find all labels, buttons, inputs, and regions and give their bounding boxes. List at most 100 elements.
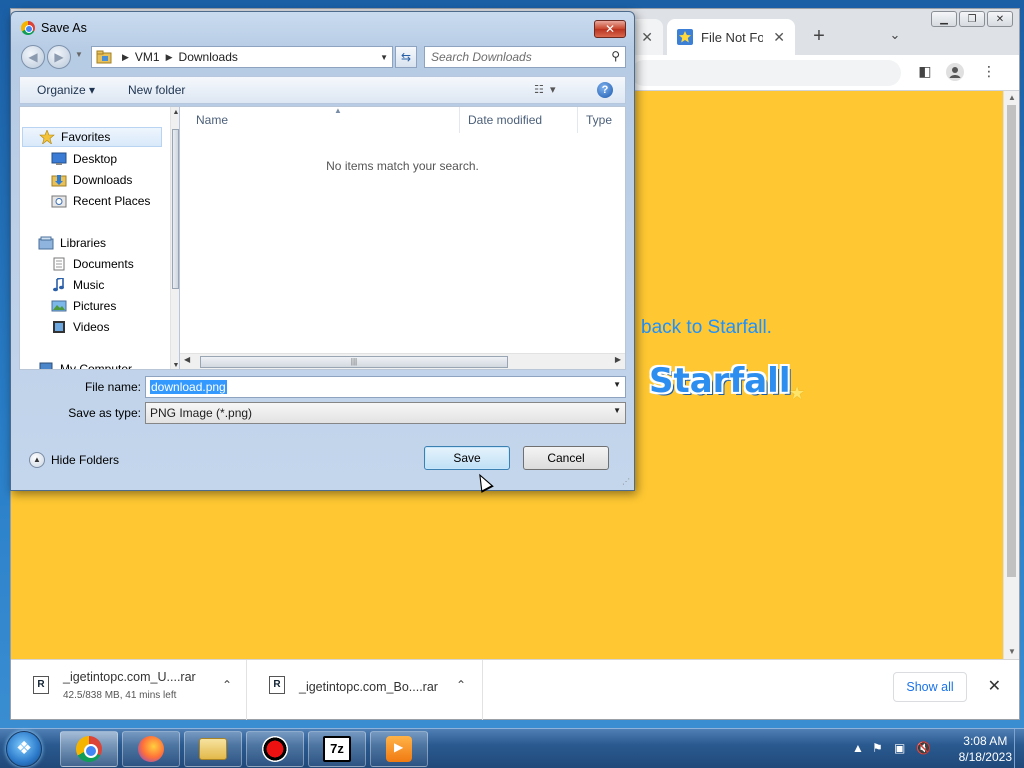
taskbar: 7z ▲ ⚑ ▣ 🔇 3:08 AM 8/18/2023: [0, 728, 1024, 768]
chrome-icon: [21, 21, 35, 35]
column-header-type[interactable]: Type: [578, 107, 628, 133]
taskbar-chrome[interactable]: [60, 731, 118, 767]
show-hidden-icons-icon[interactable]: ▲: [852, 741, 864, 755]
nav-my-computer[interactable]: My Computer: [20, 359, 132, 369]
taskbar-media-player[interactable]: [370, 731, 428, 767]
menu-dots-icon[interactable]: ⋮: [979, 63, 999, 83]
taskbar-firefox[interactable]: [122, 731, 180, 767]
show-desktop-button[interactable]: [1014, 729, 1024, 768]
videos-icon: [51, 320, 67, 334]
help-icon[interactable]: ?: [597, 82, 613, 98]
back-arrow-icon[interactable]: ◀: [21, 45, 45, 69]
explorer-icon: [199, 738, 227, 760]
navigation-bar: ◀ ▶ ▼ ▶ VM1 ▶ Downloads ▼ ⇆ Search Downl…: [19, 44, 626, 70]
chrome-icon: [76, 736, 102, 762]
scroll-down-arrow[interactable]: ▼: [1004, 645, 1019, 659]
nav-scrollbar[interactable]: ▲ ▼: [170, 107, 179, 369]
start-button[interactable]: [6, 731, 42, 767]
file-list: ▲ Name Date modified Type No items match…: [179, 106, 626, 370]
page-scrollbar[interactable]: ▲ ▼: [1003, 91, 1019, 659]
chevron-down-icon[interactable]: ▼: [380, 53, 388, 62]
forward-arrow-icon[interactable]: ▶: [47, 45, 71, 69]
resize-grip-icon[interactable]: ⋰: [622, 477, 630, 486]
tab-active[interactable]: File Not Fou ✕: [667, 19, 795, 55]
scroll-up-arrow[interactable]: ▲: [1004, 91, 1019, 105]
nav-item-music[interactable]: Music: [20, 275, 104, 295]
scroll-right-arrow[interactable]: ▶: [615, 355, 621, 364]
network-icon[interactable]: ▣: [894, 741, 905, 755]
breadcrumb-item-downloads[interactable]: Downloads: [179, 50, 238, 64]
music-icon: [51, 277, 67, 292]
scroll-thumb[interactable]: [1007, 105, 1016, 577]
scroll-thumb[interactable]: |||: [200, 356, 508, 368]
nav-item-pictures[interactable]: Pictures: [20, 296, 116, 316]
chevron-up-icon: ▲: [29, 452, 45, 468]
chevron-down-icon[interactable]: ⌄: [885, 27, 905, 47]
show-all-button[interactable]: Show all: [893, 672, 967, 702]
chevron-right-icon[interactable]: ▶: [122, 52, 129, 63]
download-status: 42.5/838 MB, 41 mins left: [63, 690, 177, 701]
maximize-button[interactable]: ❐: [959, 11, 985, 27]
organize-menu[interactable]: Organize ▾: [37, 83, 95, 97]
download-item[interactable]: R _igetintopc.com_U....rar 42.5/838 MB, …: [11, 660, 247, 720]
address-bar[interactable]: [631, 60, 901, 86]
horizontal-scrollbar[interactable]: ◀ ||| ▶: [180, 353, 625, 369]
nav-item-downloads[interactable]: Downloads: [20, 170, 132, 190]
download-item[interactable]: R _igetintopc.com_Bo....rar ⌃: [247, 660, 483, 720]
starfall-logo[interactable]: Starfall: [649, 361, 791, 401]
scroll-thumb[interactable]: [172, 129, 179, 289]
nav-item-recent-places[interactable]: Recent Places: [20, 191, 150, 211]
recent-locations-dropdown[interactable]: ▼: [75, 50, 83, 59]
nav-libraries[interactable]: Libraries: [20, 233, 106, 253]
minimize-button[interactable]: ▁: [931, 11, 957, 27]
chevron-up-icon[interactable]: ⌃: [453, 678, 469, 694]
side-panel-icon[interactable]: ◧: [915, 63, 935, 83]
firefox-icon: [138, 736, 164, 762]
close-icon[interactable]: ✕: [641, 29, 653, 46]
search-input[interactable]: Search Downloads ⚲: [424, 46, 626, 68]
star-icon: [39, 129, 55, 145]
search-icon[interactable]: ⚲: [611, 49, 620, 63]
breadcrumb-item-vm1[interactable]: VM1: [135, 50, 160, 64]
cancel-button[interactable]: Cancel: [523, 446, 609, 470]
dialog-close-button[interactable]: ✕: [594, 20, 626, 38]
close-window-button[interactable]: ✕: [987, 11, 1013, 27]
action-center-icon[interactable]: ⚑: [872, 741, 883, 755]
dialog-title-bar: Save As: [21, 21, 87, 35]
chevron-up-icon[interactable]: ⌃: [219, 678, 235, 694]
scroll-down-arrow[interactable]: ▼: [171, 362, 179, 369]
chevron-right-icon[interactable]: ▶: [166, 52, 173, 63]
folder-icon: [96, 50, 112, 64]
column-header-name[interactable]: ▲ Name: [188, 106, 460, 133]
column-header-date-modified[interactable]: Date modified: [460, 107, 578, 133]
volume-muted-icon[interactable]: 🔇: [916, 741, 931, 755]
nav-item-desktop[interactable]: Desktop: [20, 149, 117, 169]
profile-icon[interactable]: [945, 63, 965, 83]
save-as-type-select[interactable]: PNG Image (*.png) ▼: [145, 402, 626, 424]
nav-item-videos[interactable]: Videos: [20, 317, 109, 337]
scroll-up-arrow[interactable]: ▲: [171, 109, 179, 116]
nav-favorites[interactable]: Favorites: [22, 127, 162, 147]
back-to-starfall-link[interactable]: back to Starfall.: [641, 317, 772, 339]
scroll-left-arrow[interactable]: ◀: [184, 355, 190, 364]
chevron-down-icon[interactable]: ▼: [613, 380, 621, 389]
chevron-down-icon[interactable]: ▼: [613, 406, 621, 415]
window-controls: ▁ ❐ ✕: [931, 11, 1013, 27]
refresh-icon[interactable]: ⇆: [395, 46, 417, 68]
view-options-icon[interactable]: ☷ ▾: [534, 83, 556, 96]
clock[interactable]: 3:08 AM 8/18/2023: [959, 733, 1012, 765]
save-button[interactable]: Save: [424, 446, 510, 470]
nav-item-documents[interactable]: Documents: [20, 254, 134, 274]
taskbar-recorder[interactable]: [246, 731, 304, 767]
breadcrumb[interactable]: ▶ VM1 ▶ Downloads ▼: [91, 46, 393, 68]
taskbar-7zip[interactable]: 7z: [308, 731, 366, 767]
taskbar-explorer[interactable]: [184, 731, 242, 767]
new-folder-button[interactable]: New folder: [128, 83, 185, 97]
recent-places-icon: [51, 194, 67, 208]
hide-folders-button[interactable]: ▲ Hide Folders: [29, 452, 119, 468]
new-tab-button[interactable]: +: [807, 25, 831, 49]
dialog-title: Save As: [41, 21, 87, 35]
close-icon[interactable]: ✕: [773, 29, 785, 46]
file-name-field[interactable]: download.png ▼: [145, 376, 626, 398]
close-icon[interactable]: ✕: [988, 676, 1001, 696]
